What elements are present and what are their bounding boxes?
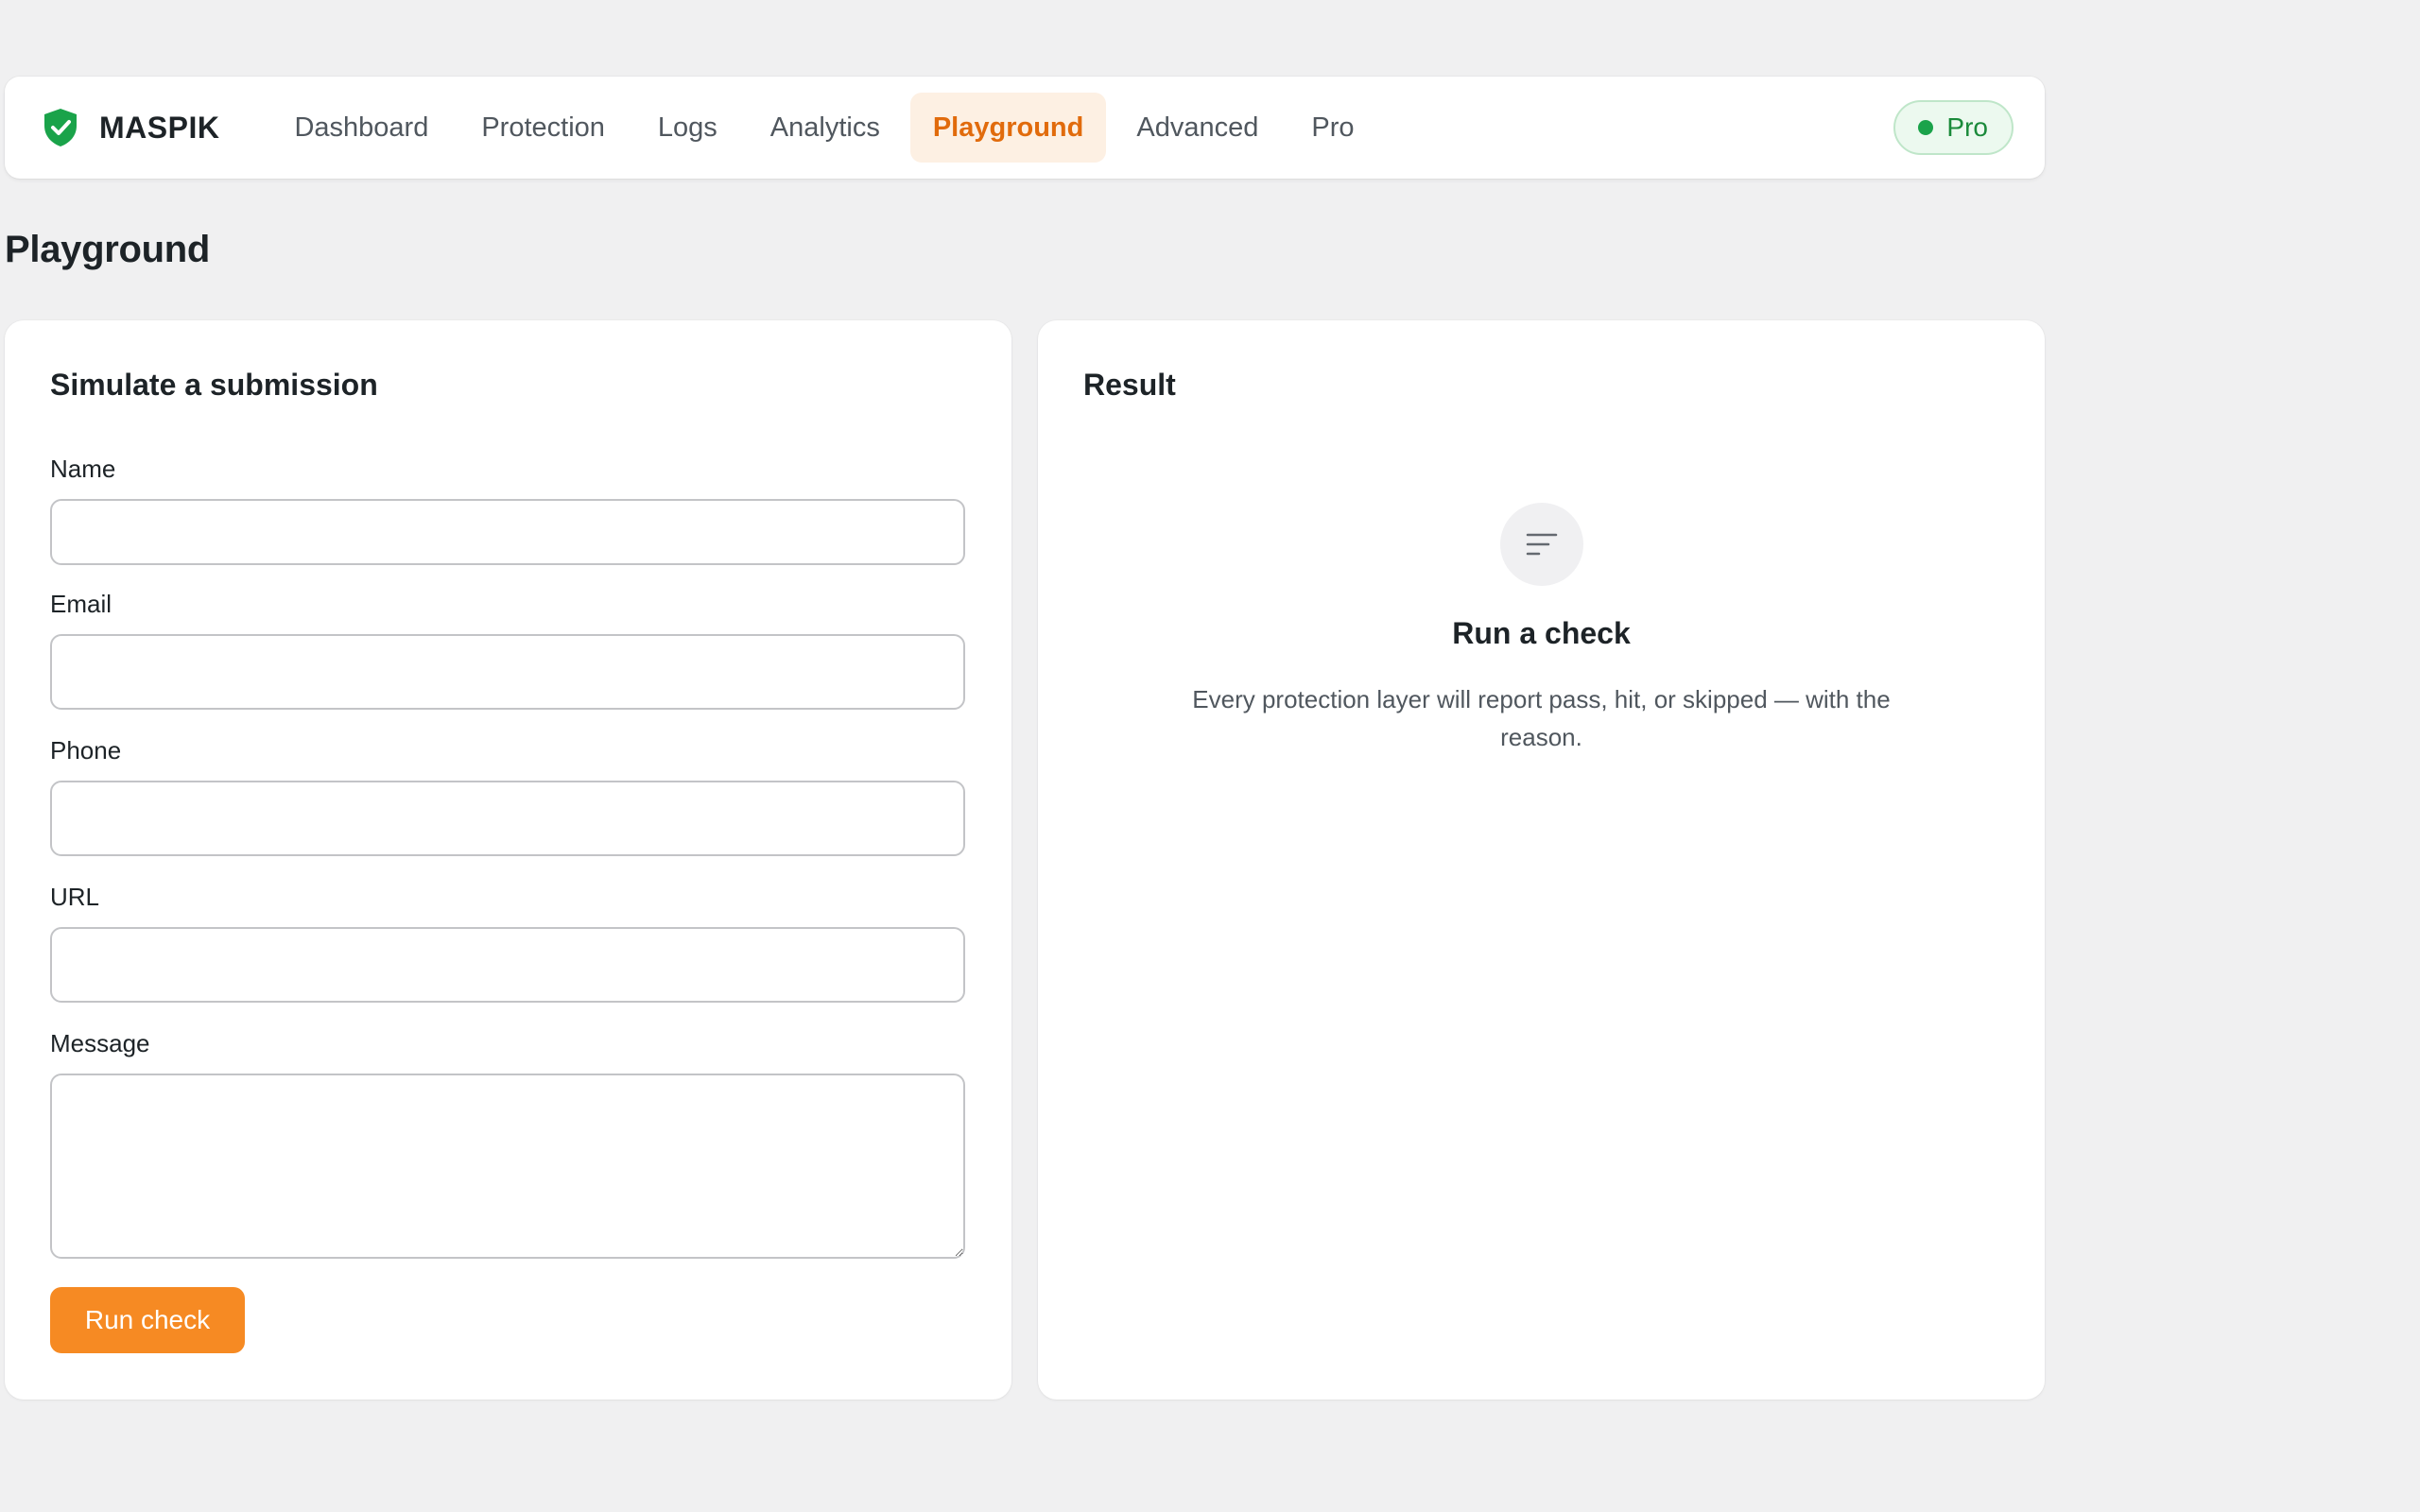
brand-name: MASPIK <box>99 110 220 145</box>
message-label: Message <box>50 1029 150 1057</box>
phone-label: Phone <box>50 736 122 765</box>
message-field[interactable] <box>50 1074 965 1259</box>
simulate-card-title: Simulate a submission <box>50 368 378 402</box>
empty-state-description: Every protection layer will report pass,… <box>1192 685 1891 751</box>
plan-badge-label: Pro <box>1946 112 1988 142</box>
nav-item-analytics[interactable]: Analytics <box>748 93 903 163</box>
playground-cards: Simulate a submission Name Email Phone U… <box>5 320 2045 1400</box>
simulate-card: Simulate a submission Name Email Phone U… <box>5 320 1011 1400</box>
nav-item-dashboard[interactable]: Dashboard <box>271 93 451 163</box>
url-field[interactable] <box>50 927 965 1003</box>
phone-field[interactable] <box>50 781 965 856</box>
page-title: Playground <box>5 229 211 270</box>
email-field[interactable] <box>50 634 965 710</box>
nav-item-pro[interactable]: Pro <box>1288 93 1376 163</box>
url-label: URL <box>50 883 100 911</box>
result-card: Result Run a check Every protection laye… <box>1038 320 2045 1400</box>
brand[interactable]: MASPIK <box>43 108 219 147</box>
name-label: Name <box>50 455 116 483</box>
main-nav: Dashboard Protection Logs Analytics Play… <box>271 93 1376 163</box>
app-root: MASPIK Dashboard Protection Logs Analyti… <box>5 77 2045 1400</box>
run-check-button[interactable]: Run check <box>50 1287 245 1353</box>
status-dot-icon <box>1918 120 1934 135</box>
nav-item-protection[interactable]: Protection <box>458 93 628 163</box>
empty-state-title: Run a check <box>1452 616 1631 650</box>
shield-check-icon <box>44 109 77 146</box>
nav-item-advanced[interactable]: Advanced <box>1114 93 1281 163</box>
email-label: Email <box>50 590 112 618</box>
name-field[interactable] <box>50 499 965 565</box>
nav-item-playground[interactable]: Playground <box>909 93 1107 163</box>
result-card-title: Result <box>1083 368 1176 402</box>
top-navigation: MASPIK Dashboard Protection Logs Analyti… <box>5 77 2045 179</box>
lines-icon <box>1499 503 1583 586</box>
plan-status-badge[interactable]: Pro <box>1893 100 2014 155</box>
result-empty-state: Run a check Every protection layer will … <box>1083 503 1999 756</box>
nav-item-logs[interactable]: Logs <box>635 93 740 163</box>
